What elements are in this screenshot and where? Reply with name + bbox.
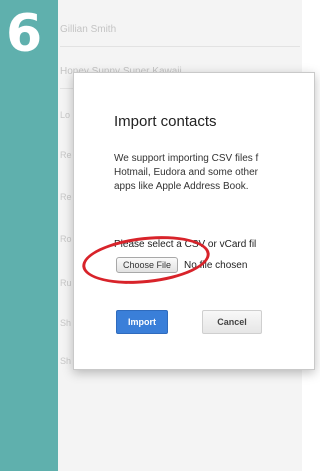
background-row-fragment: Lo	[60, 110, 71, 120]
background-row-fragment: Ru	[60, 278, 72, 288]
description-line: apps like Apple Address Book.	[114, 181, 249, 192]
description-line: We support importing CSV files f	[114, 153, 259, 164]
background-row-fragment: Ro	[60, 234, 72, 244]
description-line: Hotmail, Eudora and some other	[114, 167, 258, 178]
background-row-fragment: Sh	[60, 356, 72, 366]
import-contacts-dialog: Import contacts We support importing CSV…	[73, 72, 315, 370]
step-sidebar: 6	[0, 0, 58, 471]
cancel-button[interactable]: Cancel	[202, 310, 262, 334]
import-button[interactable]: Import	[116, 310, 168, 334]
file-status-text: No file chosen	[184, 259, 248, 271]
background-row-fragment: Sh	[60, 318, 72, 328]
step-number: 6	[6, 4, 43, 64]
row-divider	[60, 46, 300, 47]
background-row-fragment: Re	[60, 192, 72, 202]
dialog-title: Import contacts	[114, 113, 217, 130]
select-file-prompt: Please select a CSV or vCard fil	[114, 239, 257, 250]
dialog-description: We support importing CSV files f Hotmail…	[114, 152, 314, 194]
background-contact-name: Gillian Smith	[60, 24, 117, 35]
file-picker: Choose File No file chosen	[116, 256, 247, 274]
choose-file-button[interactable]: Choose File	[116, 257, 179, 273]
background-row-fragment: Re	[60, 150, 72, 160]
